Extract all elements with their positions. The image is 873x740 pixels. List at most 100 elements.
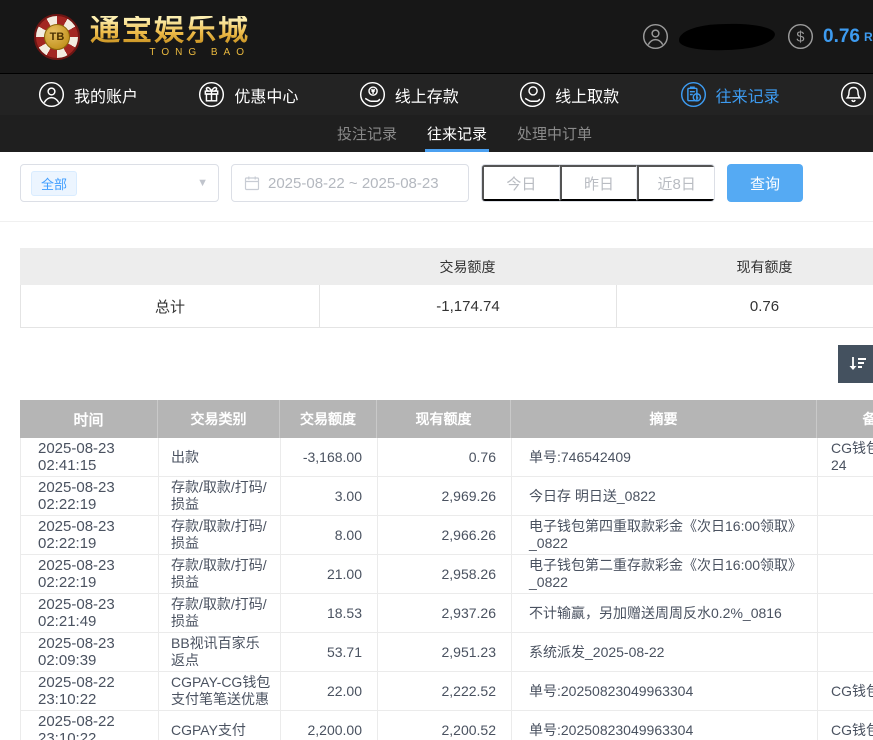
tab-transaction-records[interactable]: 往来记录 [425, 115, 489, 152]
summary-total-row: 总计 -1,174.74 0.76 [20, 285, 873, 328]
cell-summary: 单号:746542409 [511, 438, 817, 476]
cell-type: 出款 [158, 438, 280, 476]
gift-icon [198, 81, 225, 108]
col-remark: 备注 [817, 400, 873, 438]
bell-icon [840, 81, 867, 108]
site-title: 通宝娱乐城 [90, 16, 250, 46]
record-subtabs: 投注记录 往来记录 处理中订单 [0, 115, 873, 152]
selected-category-tag[interactable]: 全部 [31, 171, 77, 196]
main-nav: 我的账户 优惠中心 线上存款 $ 线上取款 [0, 73, 873, 115]
cell-balance: 2,951.23 [377, 633, 511, 671]
cell-amount: 2,200.00 [280, 711, 377, 740]
cell-balance: 2,222.52 [377, 672, 511, 710]
user-avatar-icon[interactable] [642, 23, 669, 50]
nav-item-my-account[interactable]: 我的账户 [38, 81, 138, 108]
sort-desc-icon [846, 353, 868, 375]
yesterday-button[interactable]: 昨日 [560, 165, 638, 201]
cell-time: 2025-08-23 02:41:15 [20, 438, 158, 476]
today-button[interactable]: 今日 [482, 165, 560, 201]
balance-currency: RMB [864, 30, 873, 44]
cell-balance: 2,966.26 [377, 516, 511, 554]
sort-descending-button[interactable] [838, 345, 873, 383]
cell-type: 存款/取款/打码/损益 [158, 555, 280, 593]
nav-item-promotions[interactable]: 优惠中心 [198, 81, 298, 108]
svg-text:$: $ [796, 30, 804, 46]
cell-amount: 21.00 [280, 555, 377, 593]
site-subtitle: TONG BAO [90, 47, 250, 58]
cell-balance: 2,969.26 [377, 477, 511, 515]
cell-remark [817, 633, 873, 671]
cell-type: 存款/取款/打码/损益 [158, 477, 280, 515]
table-row: 2025-08-23 02:09:39 BB视讯百家乐返点 53.71 2,95… [20, 633, 873, 672]
table-row: 2025-08-23 02:41:15 出款 -3,168.00 0.76 单号… [20, 438, 873, 477]
cell-summary: 今日存 明日送_0822 [511, 477, 817, 515]
cell-amount: 8.00 [280, 516, 377, 554]
cell-time: 2025-08-23 02:22:19 [20, 516, 158, 554]
summary-col-balance: 现有额度 [616, 248, 873, 285]
table-row: 2025-08-22 23:10:22 CGPAY-CG钱包支付笔笔送优惠 22… [20, 672, 873, 711]
tab-pending-orders[interactable]: 处理中订单 [515, 115, 594, 152]
summary-balance-total: 0.76 [616, 285, 873, 328]
cell-amount: 3.00 [280, 477, 377, 515]
cell-summary: 电子钱包第四重取款彩金《次日16:00领取》_0822 [511, 516, 817, 554]
col-time: 时间 [20, 400, 158, 438]
cell-balance: 0.76 [377, 438, 511, 476]
table-row: 2025-08-23 02:22:19 存款/取款/打码/损益 3.00 2,9… [20, 477, 873, 516]
search-button[interactable]: 查询 [727, 164, 803, 202]
cell-type: 存款/取款/打码/损益 [158, 594, 280, 632]
cell-remark [817, 594, 873, 632]
redacted-username [679, 22, 776, 51]
dollar-coin-icon[interactable]: $ [787, 23, 814, 50]
cell-remark: CG钱包 [817, 672, 873, 710]
table-row: 2025-08-22 23:10:22 CGPAY支付 2,200.00 2,2… [20, 711, 873, 740]
table-row: 2025-08-23 02:22:19 存款/取款/打码/损益 8.00 2,9… [20, 516, 873, 555]
transactions-table: 时间 交易类别 交易额度 现有额度 摘要 备注 2025-08-23 02:41… [20, 400, 873, 740]
cell-remark [817, 477, 873, 515]
cell-summary: 单号:20250823049963304 [511, 672, 817, 710]
cell-time: 2025-08-22 23:10:22 [20, 711, 158, 740]
cell-remark: CG钱包 [817, 711, 873, 740]
cell-remark: CG钱包- 24 [817, 438, 873, 476]
site-logo[interactable]: TB 通宝娱乐城 TONG BAO [34, 14, 250, 60]
section-divider [0, 221, 873, 222]
transactions-header-row: 时间 交易类别 交易额度 现有额度 摘要 备注 [20, 400, 873, 438]
summary-col-transaction: 交易额度 [319, 248, 616, 285]
deposit-icon [359, 81, 386, 108]
nav-item-announcements[interactable]: 信息公告 [840, 81, 873, 108]
nav-item-transaction-records[interactable]: 往来记录 [680, 81, 780, 108]
last-8-days-button[interactable]: 近8日 [637, 165, 714, 201]
col-type: 交易类别 [158, 400, 280, 438]
cell-remark [817, 555, 873, 593]
filter-bar: 全部 ▼ 2025-08-22 ~ 2025-08-23 今日 昨日 近8日 查… [0, 152, 873, 202]
user-icon [38, 81, 65, 108]
cell-balance: 2,958.26 [377, 555, 511, 593]
cell-amount: 18.53 [280, 594, 377, 632]
cell-balance: 2,937.26 [377, 594, 511, 632]
cell-summary: 系统派发_2025-08-22 [511, 633, 817, 671]
summary-table: 交易额度 现有额度 总计 -1,174.74 0.76 [20, 248, 873, 328]
tab-betting-records[interactable]: 投注记录 [335, 115, 399, 152]
table-row: 2025-08-23 02:22:19 存款/取款/打码/损益 21.00 2,… [20, 555, 873, 594]
cell-amount: -3,168.00 [280, 438, 377, 476]
quick-date-buttons: 今日 昨日 近8日 [481, 164, 715, 202]
col-summary: 摘要 [511, 400, 817, 438]
records-icon [680, 81, 707, 108]
summary-transaction-total: -1,174.74 [319, 285, 616, 328]
nav-item-deposit[interactable]: 线上存款 [359, 81, 459, 108]
cell-time: 2025-08-23 02:22:19 [20, 477, 158, 515]
table-row: 2025-08-23 02:21:49 存款/取款/打码/损益 18.53 2,… [20, 594, 873, 633]
withdraw-icon: $ [519, 81, 546, 108]
cell-type: CGPAY-CG钱包支付笔笔送优惠 [158, 672, 280, 710]
calendar-icon [244, 175, 260, 191]
balance-amount[interactable]: 0.76 [823, 26, 860, 48]
header-user-area: $ 0.76 RMB [642, 0, 873, 73]
cell-type: CGPAY支付 [158, 711, 280, 740]
nav-item-withdraw[interactable]: $ 线上取款 [519, 81, 619, 108]
date-range-input[interactable]: 2025-08-22 ~ 2025-08-23 [231, 164, 469, 202]
summary-header-row: 交易额度 现有额度 [20, 248, 873, 285]
cell-summary: 不计输赢，另加赠送周周反水0.2%_0816 [511, 594, 817, 632]
cell-summary: 电子钱包第二重存款彩金《次日16:00领取》_0822 [511, 555, 817, 593]
col-amount: 交易额度 [280, 400, 377, 438]
category-select[interactable]: 全部 ▼ [20, 164, 219, 202]
cell-time: 2025-08-23 02:22:19 [20, 555, 158, 593]
